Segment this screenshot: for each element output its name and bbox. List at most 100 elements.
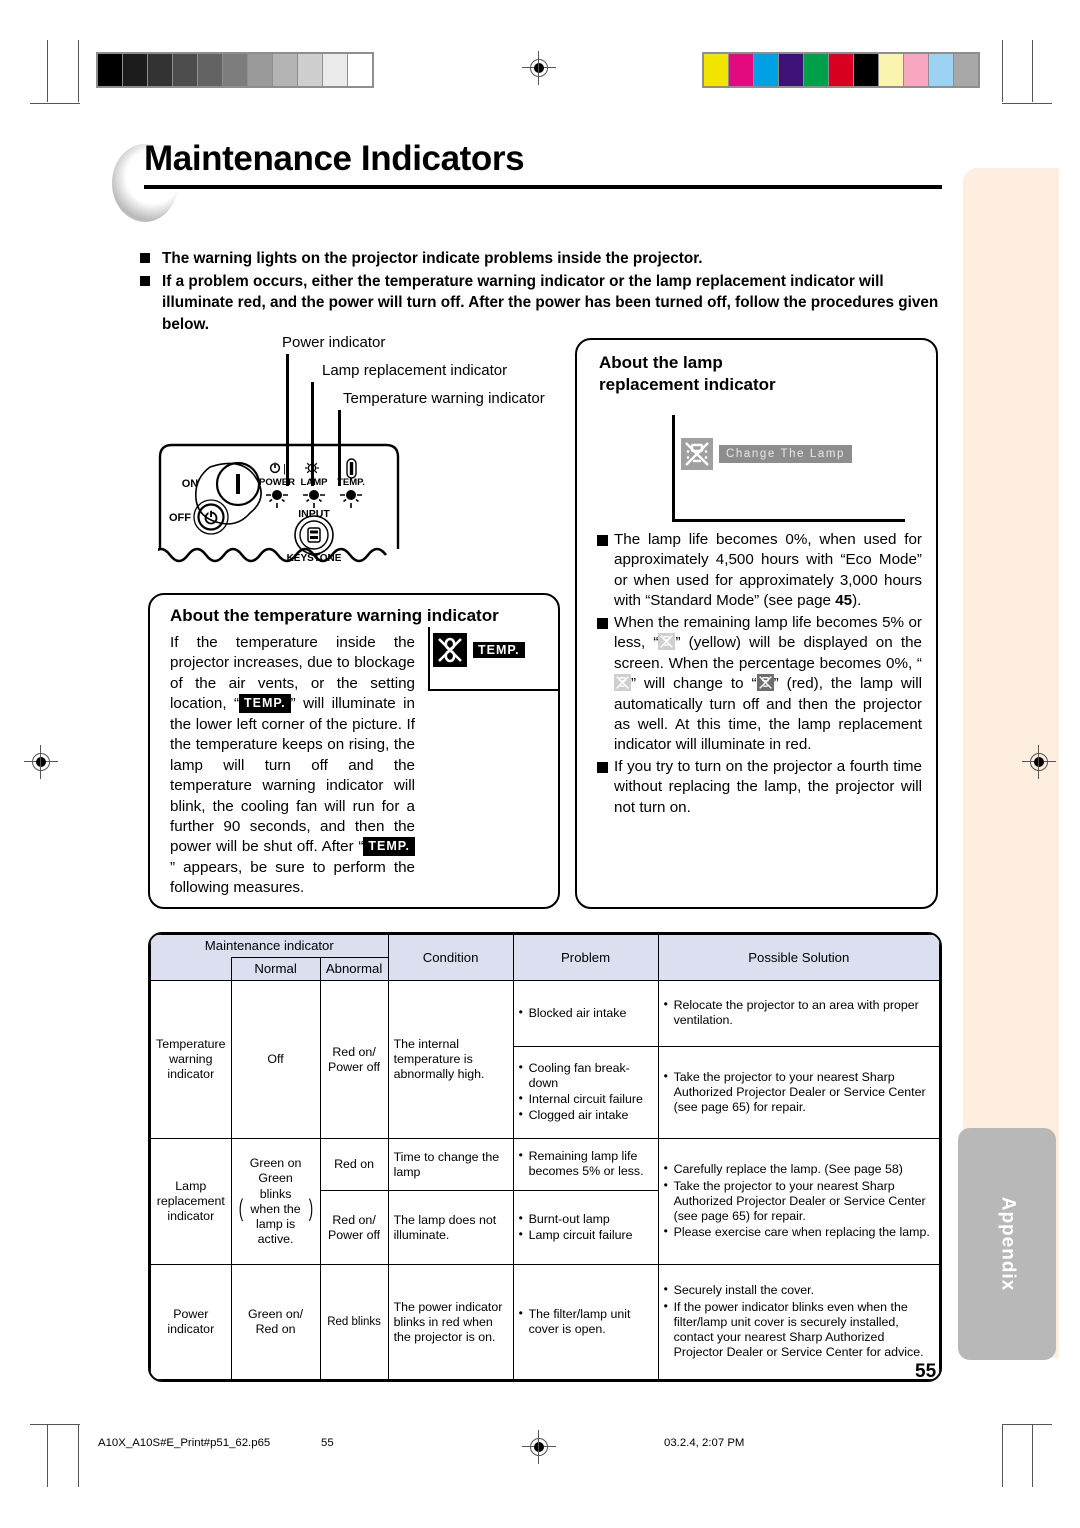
header-problem: Problem: [512, 934, 659, 982]
cell-abnormal-lamp-1: Red on: [319, 1138, 389, 1192]
cell-solution-lamp: Carefully replace the lamp. (See page 58…: [657, 1138, 940, 1266]
table-header-row: Maintenance indicator Condition Problem …: [150, 934, 940, 982]
list-item: If you try to turn on the projector a fo…: [597, 757, 922, 818]
cell-normal-power: Green on/ Red on: [230, 1264, 321, 1381]
cell-problem-lamp-1: Remaining lamp life becomes 5% or less.: [512, 1138, 659, 1192]
lamp-bullet-2-c: ” will change to “: [631, 675, 757, 693]
registration-mark-bottom: [522, 1430, 556, 1464]
gray-swatch-0: [98, 54, 123, 86]
list-item: Remaining lamp life becomes 5% or less.: [519, 1148, 653, 1179]
table-row: Power indicator Green on/ Red on Red bli…: [150, 1264, 940, 1381]
color-swatch-5: [829, 54, 854, 86]
cell-condition-power: The power indicator blinks in red when t…: [387, 1264, 514, 1381]
cell-condition-temperature: The internal temperature is abnormally h…: [387, 980, 514, 1140]
appendix-tab[interactable]: Appendix: [958, 1128, 1056, 1360]
page-number: 55: [915, 1361, 937, 1382]
gray-swatch-6: [248, 54, 273, 86]
callout-temperature-warning-indicator: Temperature warning indicator: [343, 390, 545, 407]
header-possible-solution: Possible Solution: [657, 934, 940, 982]
list-item: The filter/lamp unit cover is open.: [519, 1306, 653, 1337]
lamp-box-heading: About the lamp replacement indicator: [599, 352, 776, 396]
temperature-box-body: If the temperature inside the projector …: [170, 633, 415, 899]
list-item: The lamp life becomes 0%, when used for …: [597, 530, 922, 612]
color-swatch-8: [904, 54, 929, 86]
square-bullet-icon: [597, 535, 608, 546]
footer-timestamp: 03.2.4, 2:07 PM: [664, 1437, 745, 1449]
list-item: Carefully replace the lamp. (See page 58…: [664, 1161, 934, 1177]
header-normal: Normal: [230, 957, 321, 982]
list-item: Relocate the projector to an area with p…: [664, 997, 934, 1028]
appendix-tab-label: Appendix: [997, 1196, 1018, 1292]
lamp-icon-yellow: [658, 633, 676, 651]
color-swatch-2: [754, 54, 779, 86]
table-row: Temperature warning indicator Off Red on…: [150, 980, 940, 1140]
cell-problem-lamp-2: Burnt-out lamp Lamp circuit failure: [512, 1190, 659, 1266]
footer-page: 55: [321, 1437, 334, 1449]
temp-osd-badge: TEMP.: [473, 642, 525, 658]
lamp-icon-red: [756, 674, 774, 692]
cell-solution-temperature-1: Relocate the projector to an area with p…: [657, 980, 940, 1048]
svg-text:LAMP: LAMP: [301, 477, 329, 488]
list-item: If a problem occurs, either the temperat…: [140, 271, 950, 336]
list-item: Lamp circuit failure: [519, 1227, 653, 1243]
paren-right: ): [308, 1195, 313, 1223]
list-item: Cooling fan break-down: [519, 1060, 653, 1091]
list-item: If the power indicator blinks even when …: [664, 1299, 934, 1361]
lamp-bullet-1-post: ).: [852, 592, 862, 610]
cell-problem-temperature-2: Cooling fan break-down Internal circuit …: [512, 1046, 659, 1140]
temperature-box-heading: About the temperature warning indicator: [170, 606, 499, 625]
page-header: Maintenance Indicators: [112, 139, 942, 222]
intro-bullets: The warning lights on the projector indi…: [140, 248, 950, 337]
intro-bullet-1: The warning lights on the projector indi…: [162, 250, 703, 267]
list-item: The warning lights on the projector indi…: [140, 248, 950, 270]
list-item: Take the projector to your nearest Sharp…: [664, 1068, 934, 1115]
cell-solution-power: Securely install the cover. If the power…: [657, 1264, 940, 1381]
cell-indicator-temperature: Temperature warning indicator: [150, 980, 232, 1140]
list-item: Internal circuit failure: [519, 1091, 653, 1107]
header-abnormal: Abnormal: [319, 957, 389, 982]
temperature-warning-info-box: About the temperature warning indicator …: [148, 593, 560, 909]
list-item: Please exercise care when replacing the …: [664, 1224, 934, 1240]
temp-text-3: ” appears, be sure to perform the follow…: [170, 858, 415, 897]
lamp-bullet-1-pre: The lamp life becomes 0%, when used for …: [614, 531, 922, 610]
cell-normal-lamp: Green on ( Green blinks when the lamp is…: [230, 1138, 321, 1266]
color-swatch-3: [779, 54, 804, 86]
square-bullet-icon: [140, 253, 150, 263]
list-item: Burnt-out lamp: [519, 1211, 653, 1227]
list-item: Securely install the cover.: [664, 1282, 934, 1298]
svg-text:TEMP.: TEMP.: [337, 477, 365, 488]
square-bullet-icon: [140, 275, 150, 286]
gray-swatch-5: [223, 54, 248, 86]
temp-inline-badge-2: TEMP.: [363, 837, 415, 857]
cell-solution-temperature-2: Take the projector to your nearest Sharp…: [657, 1046, 940, 1140]
color-swatch-10: [954, 54, 978, 86]
lamp-heading-line-1: About the lamp: [599, 353, 723, 372]
gray-swatch-1: [123, 54, 148, 86]
cell-problem-power: The filter/lamp unit cover is open.: [512, 1264, 659, 1381]
cell-condition-lamp-2: The lamp does not illuminate.: [387, 1190, 514, 1266]
list-item: When the remaining lamp life becomes 5% …: [597, 613, 922, 756]
header-condition: Condition: [387, 934, 514, 982]
gray-swatch-2: [148, 54, 173, 86]
gray-swatch-9: [323, 54, 348, 86]
cell-normal-lamp-line1: Green on: [249, 1156, 302, 1171]
page-title: Maintenance Indicators: [144, 139, 525, 178]
color-swatch-4: [804, 54, 829, 86]
callout-power-indicator: Power indicator: [282, 334, 386, 351]
lamp-bullet-1-page: 45: [835, 592, 853, 610]
cell-indicator-lamp: Lamp replacement indicator: [150, 1138, 232, 1266]
svg-text:ON: ON: [182, 478, 199, 490]
cell-problem-temperature-1: Blocked air intake: [512, 980, 659, 1048]
grayscale-calibration-bar: [96, 52, 374, 88]
callout-lamp-replacement-indicator: Lamp replacement indicator: [322, 362, 508, 379]
lamp-bullet-3: If you try to turn on the projector a fo…: [614, 757, 922, 816]
color-swatch-6: [854, 54, 879, 86]
square-bullet-icon: [597, 617, 608, 629]
header-maintenance-indicator: Maintenance indicator: [150, 934, 389, 958]
lamp-box-bullets: The lamp life becomes 0%, when used for …: [597, 530, 922, 818]
list-item: Clogged air intake: [519, 1107, 653, 1123]
lamp-heading-line-2: replacement indicator: [599, 374, 776, 394]
temp-inline-badge-1: TEMP.: [239, 694, 291, 714]
square-bullet-icon: [597, 761, 608, 773]
lamp-osd-preview: Change The Lamp: [681, 438, 853, 470]
